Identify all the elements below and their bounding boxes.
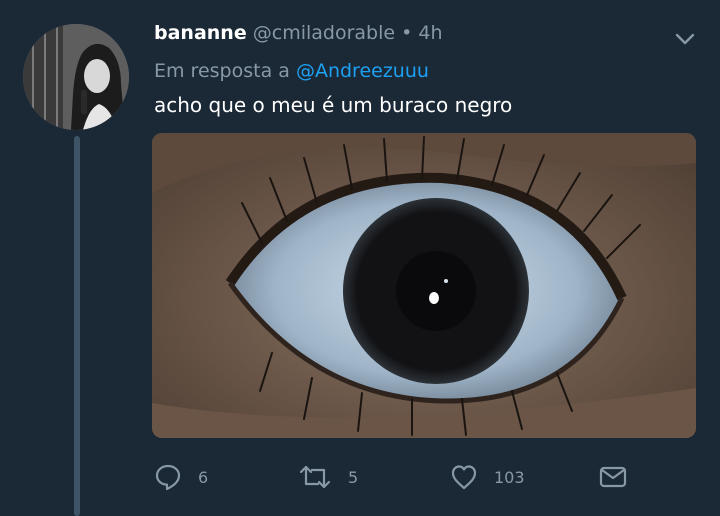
timestamp[interactable]: 4h [418, 22, 442, 44]
envelope-icon [599, 466, 627, 488]
eye-photo [152, 133, 696, 438]
reply-context: Em resposta a @Andreezuuu [154, 60, 429, 82]
reply-prefix: Em resposta a [154, 60, 290, 82]
retweet-count: 5 [348, 467, 359, 487]
tweet-actions: 6 5 103 [0, 455, 720, 499]
avatar-photo [23, 24, 129, 130]
display-name[interactable]: bananne [154, 22, 247, 44]
like-count: 103 [494, 467, 525, 487]
retweet-action[interactable]: 5 [298, 463, 358, 491]
reply-action[interactable]: 6 [154, 463, 208, 491]
direct-message-action[interactable] [598, 463, 628, 491]
retweet-arrows-icon [299, 465, 331, 489]
tweet-media-image[interactable] [152, 133, 696, 438]
reply-mention-link[interactable]: @Andreezuuu [296, 60, 429, 82]
avatar[interactable] [23, 24, 129, 130]
reply-count: 6 [198, 467, 209, 487]
user-handle[interactable]: @cmiladorable [253, 22, 395, 44]
like-action[interactable]: 103 [450, 463, 525, 491]
tweet-header: bananne @cmiladorable • 4h [154, 22, 443, 44]
speech-bubble-icon [155, 464, 181, 491]
chevron-down-icon[interactable] [674, 28, 696, 50]
separator: • [401, 22, 413, 44]
heart-icon [451, 465, 477, 490]
tweet-text: acho que o meu é um buraco negro [154, 93, 513, 117]
